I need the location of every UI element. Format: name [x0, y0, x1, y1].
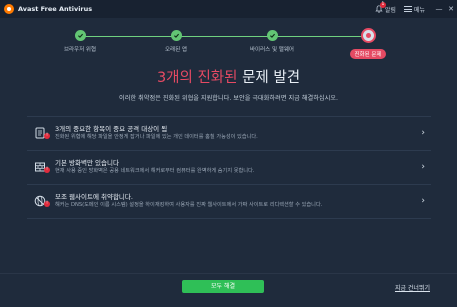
step-advanced-issues: 진화된 문제	[328, 27, 408, 60]
close-icon: ✕	[448, 5, 454, 13]
issues-list: ! 3개의 중요한 항목이 중요 공격 대상이 됨 진화된 위협에 해당 파일을…	[27, 116, 431, 219]
document-icon: !	[34, 124, 50, 139]
warning-badge-icon: !	[44, 167, 50, 173]
issue-description: 진화된 위협에 해당 파일을 안정게 잡거나 파일에 있는 개인 데이터를 훔칠…	[55, 134, 258, 140]
step-outdated-apps: 오래된 앱	[136, 27, 216, 53]
firewall-icon: !	[34, 158, 50, 173]
current-step-icon	[362, 30, 374, 41]
minimize-icon: —	[435, 5, 443, 13]
issue-row-fake-websites[interactable]: ! 모조 웹사이트에 취약합니다. 해커는 DNS(도메인 이름 시스템) 설정…	[27, 184, 431, 219]
checkmark-icon	[266, 30, 278, 41]
step-browser-threats: 브라우저 위협	[40, 27, 120, 53]
issue-title: 모조 웹사이트에 취약합니다.	[55, 193, 133, 201]
issue-description: 해커는 DNS(도메인 이름 시스템) 설정을 하이재킹하여 사용자를 진짜 웹…	[55, 202, 323, 208]
dns-icon: !	[34, 192, 50, 207]
issue-row-basic-firewall[interactable]: ! 기본 방화벽만 있습니다 현재 사용 중인 방화벽은 공용 네트워크에서 해…	[27, 150, 431, 184]
chevron-right-icon: ›	[421, 128, 425, 138]
close-button[interactable]: ✕	[445, 0, 457, 18]
issue-row-sensitive-files[interactable]: ! 3개의 중요한 항목이 중요 공격 대상이 됨 진화된 위협에 해당 파일을…	[27, 116, 431, 150]
step-label: 브라우저 위협	[63, 47, 97, 53]
progress-steps: 브라우저 위협 오래된 앱 바이러스 및 맬웨어 진화된 문제	[0, 22, 457, 60]
chevron-right-icon: ›	[421, 162, 425, 172]
step-label: 바이러스 및 맬웨어	[250, 47, 294, 53]
hamburger-icon	[403, 6, 412, 12]
issue-title: 기본 방화벽만 있습니다	[55, 159, 119, 167]
bell-icon: 1	[375, 2, 386, 13]
warning-badge-icon: !	[44, 133, 50, 139]
menu-button[interactable]: 메뉴	[403, 5, 425, 14]
steps-connector-line	[80, 36, 368, 37]
notification-count-badge: 1	[379, 2, 386, 8]
minimize-button[interactable]: —	[433, 0, 445, 18]
page-title: 3개의 진화된 문제 발견	[0, 66, 457, 87]
avast-logo-icon	[4, 4, 14, 14]
title-bar: Avast Free Antivirus 1 알림 메뉴 — ✕	[0, 0, 457, 18]
notifications-label: 알림	[384, 6, 396, 14]
issue-description: 현재 사용 중인 방화벽은 공용 네트워크에서 해커로부터 컴퓨터를 완벽하게 …	[55, 168, 255, 174]
issue-title: 3개의 중요한 항목이 중요 공격 대상이 됨	[55, 125, 168, 133]
menu-label: 메뉴	[413, 6, 425, 14]
page-title-highlight: 3개의 진화된	[156, 70, 238, 86]
step-label-current: 진화된 문제	[350, 49, 386, 59]
checkmark-icon	[74, 30, 86, 41]
step-label: 오래된 앱	[165, 47, 187, 53]
skip-now-link[interactable]: 지금 건너뛰기	[395, 283, 430, 292]
warning-badge-icon: !	[44, 201, 50, 207]
chevron-right-icon: ›	[421, 196, 425, 206]
step-viruses-malware: 바이러스 및 맬웨어	[232, 27, 312, 53]
notifications-button[interactable]: 1 알림	[375, 2, 396, 14]
resolve-all-button[interactable]: 모두 해결	[182, 280, 264, 293]
checkmark-icon	[170, 30, 182, 41]
page-title-rest: 문제 발견	[237, 70, 301, 86]
page-subtitle: 이러한 취약점은 진화된 위협을 지원합니다. 보안을 극대화하려면 지금 해결…	[119, 95, 338, 102]
app-title: Avast Free Antivirus	[18, 5, 93, 13]
